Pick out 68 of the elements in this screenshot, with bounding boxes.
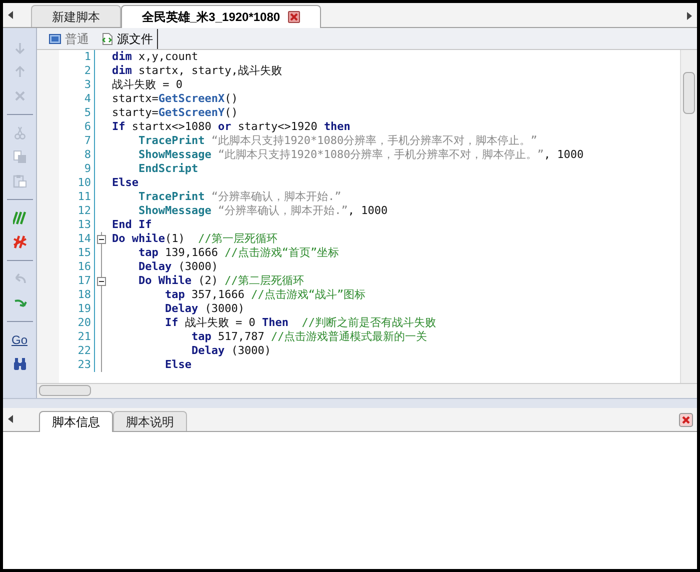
code-line: Do while(1) //第一层死循环	[111, 232, 278, 246]
line-number: 10	[59, 176, 95, 190]
line-number: 17	[59, 274, 95, 288]
line-number: 20	[59, 316, 95, 330]
editor-tab[interactable]: 全民英雄_米3_1920*1080	[121, 5, 322, 28]
scroll-right-icon[interactable]	[685, 11, 693, 21]
code-line: dim startx, starty,战斗失败	[111, 64, 283, 78]
code-line: TracePrint “此脚本只支持1920*1080分辨率，手机分辨率不对，脚本停止。”	[137, 134, 538, 148]
go-button[interactable]: Go	[11, 333, 28, 347]
line-number: 2	[59, 64, 95, 78]
line-number: 9	[59, 162, 95, 176]
code-line: starty=GetScreenY()	[111, 106, 239, 120]
code-line: If 战斗失败 = 0 Then //判断之前是否有战斗失败	[164, 316, 437, 330]
line-number: 8	[59, 148, 95, 162]
line-number: 16	[59, 260, 95, 274]
horizontal-scrollbar[interactable]	[37, 383, 697, 398]
panel-tab[interactable]: 脚本信息	[39, 411, 113, 432]
document-icon	[101, 32, 113, 44]
code-line: dim x,y,count	[111, 50, 200, 64]
close-icon[interactable]	[288, 11, 300, 23]
editor-tab[interactable]: 新建脚本	[31, 5, 121, 27]
code-line: End If	[111, 218, 153, 232]
double-slash-icon[interactable]	[12, 211, 26, 225]
code-line: Else	[111, 176, 140, 190]
crossed-slash-icon[interactable]	[12, 235, 26, 249]
line-number: 1	[59, 50, 95, 64]
binoculars-icon[interactable]	[12, 357, 26, 371]
window-icon	[49, 32, 61, 44]
code-line: Else	[164, 358, 192, 372]
code-line: ShowMessage “分辨率确认，脚本开始.”, 1000	[137, 204, 389, 218]
line-number: 19	[59, 302, 95, 316]
line-number: 23	[59, 358, 95, 372]
code-line: startx=GetScreenX()	[111, 92, 239, 106]
code-line: EndScript	[137, 162, 200, 176]
code-line: Do While (2) //第二层死循环	[137, 274, 305, 288]
code-line: If startx<>1080 or starty<>1920 then	[111, 120, 352, 134]
code-line: TracePrint “分辨率确认，脚本开始.”	[137, 190, 342, 204]
line-number: 13	[59, 218, 95, 232]
line-number: 11	[59, 190, 95, 204]
close-icon[interactable]	[679, 413, 693, 427]
scroll-left-icon[interactable]	[7, 414, 15, 424]
line-number: 12	[59, 204, 95, 218]
code-line: Delay (3000)	[164, 302, 246, 316]
line-number: 18	[59, 288, 95, 302]
line-number: 7	[59, 134, 95, 148]
panel-tab[interactable]: 脚本说明	[113, 411, 187, 431]
code-line: ShowMessage “此脚本只支持1920*1080分辨率，手机分辨率不对，脚本停止。”, 1000	[137, 148, 585, 162]
code-line: tap 357,1666 //点击游戏“战斗”图标	[164, 288, 367, 302]
code-line: tap 139,1666 //点击游戏“首页”坐标	[137, 246, 340, 260]
line-number: 4	[59, 92, 95, 106]
line-number: 14	[59, 232, 95, 246]
line-number: 5	[59, 106, 95, 120]
code-line: tap 517,787 //点击游戏普通模式最新的一关	[190, 330, 428, 344]
code-line: Delay (3000)	[190, 344, 272, 358]
collapse-icon[interactable]	[97, 277, 106, 286]
line-number: 6	[59, 120, 95, 134]
collapse-icon[interactable]	[97, 235, 106, 244]
vertical-scrollbar[interactable]	[680, 50, 697, 383]
code-line: 战斗失败 = 0	[111, 78, 184, 92]
splitter[interactable]	[3, 398, 697, 408]
view-tab[interactable]: 普通	[45, 28, 93, 48]
code-line: Delay (3000)	[137, 260, 219, 274]
line-number: 21	[59, 330, 95, 344]
line-number: 15	[59, 246, 95, 260]
line-number: 22	[59, 344, 95, 358]
view-tab[interactable]: 源文件	[97, 28, 158, 48]
line-number: 3	[59, 78, 95, 92]
scroll-left-icon[interactable]	[7, 10, 15, 20]
